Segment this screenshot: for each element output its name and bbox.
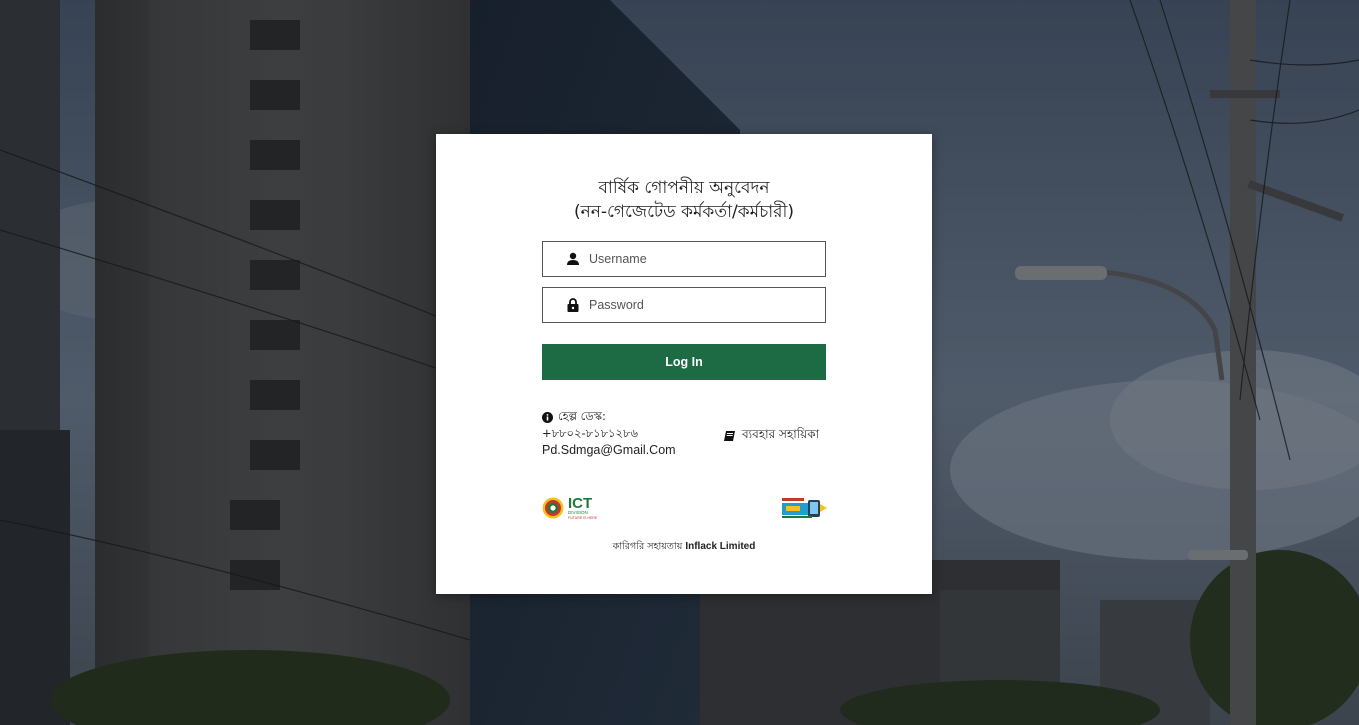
bangladesh-emblem-icon <box>542 497 564 519</box>
username-input[interactable] <box>589 244 819 274</box>
login-card: বার্ষিক গোপনীয় অনুবেদন (নন-গেজেটেড কর্ম… <box>436 134 932 594</box>
info-icon <box>542 411 553 423</box>
page-title: বার্ষিক গোপনীয় অনুবেদন (নন-গেজেটেড কর্ম… <box>436 176 932 224</box>
user-icon <box>565 251 581 267</box>
ict-logo-sub: DIVISION <box>568 510 588 515</box>
device-logo-icon <box>782 498 827 518</box>
username-field[interactable] <box>542 241 826 277</box>
credit-company: Inflack Limited <box>685 541 756 552</box>
book-icon <box>724 430 736 442</box>
login-button[interactable]: Log In <box>542 344 826 380</box>
password-input[interactable] <box>589 290 819 320</box>
ict-division-logo: ICT DIVISION FUTURE IS HERE <box>542 492 604 524</box>
ict-logo-tagline: FUTURE IS HERE <box>568 515 598 520</box>
user-guide-label: ব্যবহার সহায়িকা <box>742 427 820 441</box>
title-line-2: (নন-গেজেটেড কর্মকর্তা/কর্মচারী) <box>573 202 795 222</box>
lock-icon <box>565 297 581 313</box>
help-desk: হেল্প ডেস্ক: +৮৮০২-৮১৮১২৮৬ Pd.Sdmga@Gmai… <box>542 408 676 459</box>
credit-prefix: কারিগরি সহায়তায় <box>612 541 683 552</box>
help-desk-email[interactable]: Pd.Sdmga@Gmail.Com <box>542 442 676 459</box>
password-field[interactable] <box>542 287 826 323</box>
help-desk-label: হেল্প ডেস্ক: <box>558 409 606 423</box>
help-desk-phone: +৮৮০২-৮১৮১২৮৬ <box>542 426 638 440</box>
credit-text: কারিগরি সহায়তায় Inflack Limited <box>436 540 932 555</box>
user-guide-link[interactable]: ব্যবহার সহায়িকা <box>724 426 819 446</box>
digital-bangladesh-logo <box>780 496 828 520</box>
title-line-1: বার্ষিক গোপনীয় অনুবেদন <box>598 178 770 198</box>
ict-logo-name: ICT <box>568 495 593 512</box>
